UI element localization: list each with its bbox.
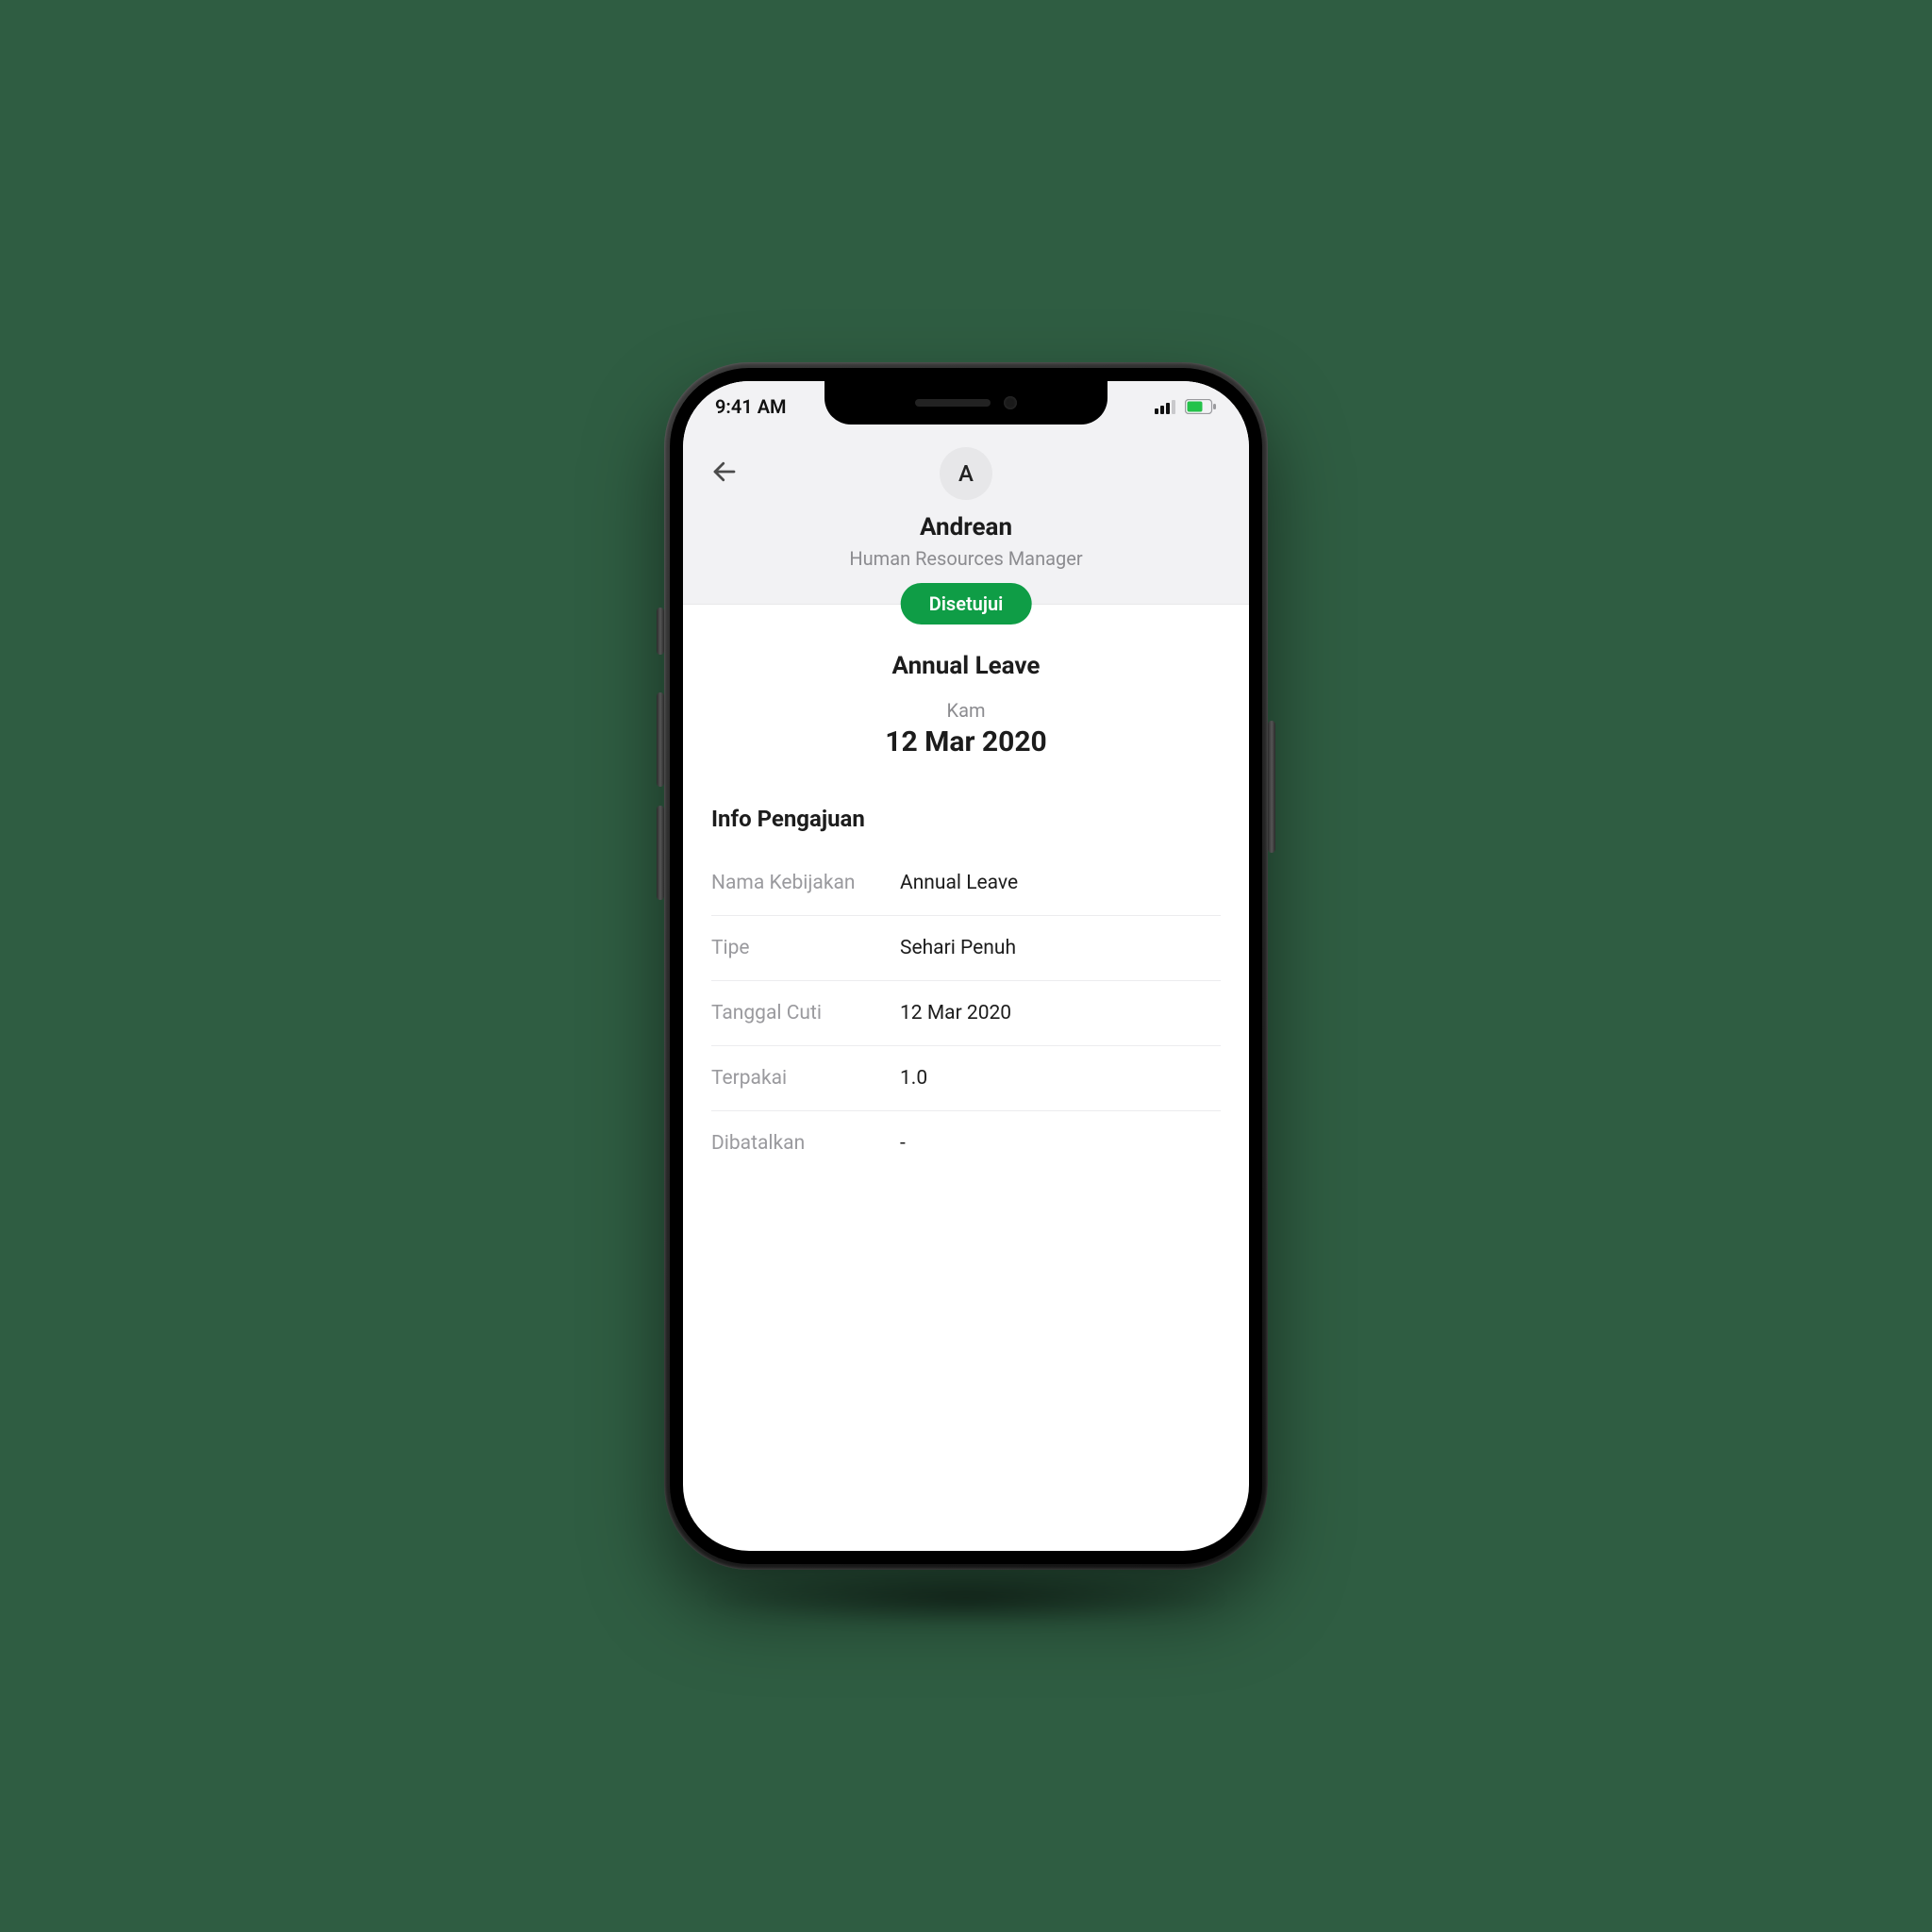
front-camera: [1004, 396, 1017, 409]
info-row-value: Annual Leave: [900, 872, 1018, 894]
info-row: Nama KebijakanAnnual Leave: [711, 851, 1221, 916]
info-row-label: Terpakai: [711, 1067, 900, 1090]
info-row: TipeSehari Penuh: [711, 916, 1221, 981]
arrow-left-icon: [710, 458, 739, 490]
leave-type-title: Annual Leave: [711, 652, 1221, 680]
info-row-value: Sehari Penuh: [900, 937, 1016, 959]
info-section-title: Info Pengajuan: [711, 806, 1221, 832]
info-row: Tanggal Cuti12 Mar 2020: [711, 981, 1221, 1046]
volume-down-button: [657, 806, 664, 900]
info-row: Dibatalkan-: [711, 1111, 1221, 1175]
info-row-value: 1.0: [900, 1067, 927, 1090]
volume-up-button: [657, 692, 664, 787]
content-body: Annual Leave Kam 12 Mar 2020 Info Pengaj…: [683, 605, 1249, 1175]
phone-device-frame: 9:41 AM: [664, 362, 1268, 1570]
cellular-signal-icon: [1155, 399, 1177, 414]
mute-switch: [657, 608, 664, 655]
status-time: 9:41 AM: [715, 395, 787, 418]
back-button[interactable]: [706, 455, 743, 492]
user-role: Human Resources Manager: [683, 547, 1249, 570]
power-button: [1268, 721, 1275, 853]
battery-icon: [1185, 399, 1217, 414]
info-row-label: Tanggal Cuti: [711, 1002, 900, 1024]
leave-date: 12 Mar 2020: [711, 725, 1221, 758]
screen: 9:41 AM: [683, 381, 1249, 1551]
approval-status-badge: Disetujui: [901, 583, 1032, 625]
info-row-value: 12 Mar 2020: [900, 1002, 1011, 1024]
device-shadow: [702, 1570, 1230, 1626]
leave-day-short: Kam: [711, 699, 1221, 722]
avatar: A: [940, 447, 992, 500]
info-list: Nama KebijakanAnnual LeaveTipeSehari Pen…: [711, 851, 1221, 1175]
info-row-label: Dibatalkan: [711, 1132, 900, 1155]
avatar-initial: A: [958, 460, 974, 487]
info-row-label: Tipe: [711, 937, 900, 959]
speaker-grill: [915, 399, 991, 407]
user-name: Andrean: [683, 513, 1249, 541]
info-row: Terpakai1.0: [711, 1046, 1221, 1111]
info-row-label: Nama Kebijakan: [711, 872, 900, 894]
info-row-value: -: [900, 1132, 906, 1155]
notch: [824, 381, 1108, 425]
